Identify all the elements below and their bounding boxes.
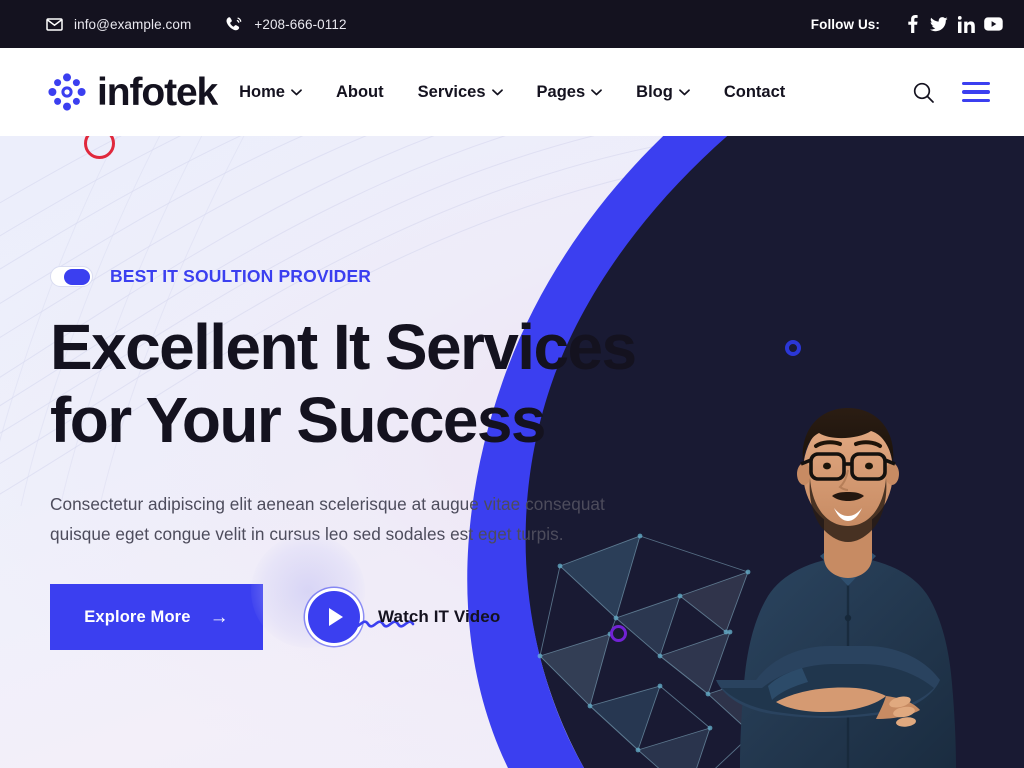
top-contact-bar: info@example.com +208-666-0112 Follow Us…: [0, 0, 1024, 48]
play-triangle: [329, 608, 343, 627]
nav-item-blog[interactable]: Blog: [636, 83, 690, 102]
hero-person-photo: [716, 408, 956, 768]
chevron-down-icon: [491, 88, 503, 95]
email-text: info@example.com: [74, 16, 192, 32]
twitter-icon[interactable]: [928, 13, 950, 35]
nav-label: Pages: [536, 82, 586, 101]
toggle-switch-icon: [50, 266, 93, 287]
nav-label: Blog: [636, 82, 673, 101]
logo[interactable]: infotek: [48, 70, 218, 114]
facebook-icon[interactable]: [901, 13, 923, 35]
nav-item-home[interactable]: Home: [239, 83, 302, 102]
email-contact[interactable]: info@example.com: [46, 17, 191, 32]
chevron-down-icon: [591, 88, 603, 95]
landing-page: info@example.com +208-666-0112 Follow Us…: [0, 0, 1024, 768]
watch-video-label[interactable]: Watch IT Video: [378, 607, 500, 627]
nav-item-services[interactable]: Services: [418, 83, 503, 102]
hero-badge: BEST IT SOULTION PROVIDER: [50, 266, 690, 287]
nav-label: About: [335, 82, 384, 101]
arrow-right-icon: →: [209, 606, 229, 628]
hero-subtext: Consectetur adipiscing elit aenean scele…: [50, 494, 605, 544]
hero-section: BEST IT SOULTION PROVIDER Excellent It S…: [0, 136, 1024, 768]
follow-us-label: Follow Us:: [810, 16, 880, 32]
chevron-down-icon: [291, 88, 302, 95]
main-navigation: Home About Services Pages Blog Contact: [239, 83, 819, 102]
linkedin-icon[interactable]: [955, 13, 977, 35]
toggle-knob: [64, 268, 90, 285]
nav-item-pages[interactable]: Pages: [537, 83, 603, 102]
watch-video-group: Watch IT Video: [251, 534, 500, 649]
phone-ring-icon: [225, 16, 243, 33]
youtube-icon[interactable]: [982, 13, 1004, 35]
chevron-down-icon: [678, 88, 690, 95]
burger-bar: [962, 81, 990, 86]
social-links-group: Follow Us:: [811, 13, 1004, 35]
phone-contact[interactable]: +208-666-0112: [225, 16, 347, 33]
hero-badge-label: BEST IT SOULTION PROVIDER: [110, 266, 372, 286]
logo-text: infotek: [97, 70, 218, 114]
hero-headline: Excellent It Services for Your Success: [50, 311, 637, 456]
nav-label: Home: [239, 82, 285, 101]
nav-item-contact[interactable]: Contact: [724, 83, 785, 102]
explore-more-button[interactable]: Explore More →: [50, 584, 263, 651]
hero-cta-row: Explore More → Watch IT Video: [50, 534, 690, 651]
decorative-ring-blue: [785, 340, 801, 356]
envelope-icon: [46, 17, 63, 31]
burger-bar: [962, 90, 990, 94]
nav-label: Services: [417, 82, 486, 101]
nav-item-about[interactable]: About: [336, 83, 384, 102]
hamburger-menu-icon[interactable]: [962, 81, 990, 103]
phone-text: +208-666-0112: [254, 16, 347, 32]
nav-label: Contact: [723, 82, 786, 101]
header-actions: [913, 81, 1004, 103]
search-icon[interactable]: [913, 82, 934, 103]
site-header: infotek Home About Services Pages Blog C…: [0, 48, 1024, 136]
burger-bar: [962, 98, 990, 103]
infotek-cluster-logo-icon: [48, 73, 86, 111]
hero-content: BEST IT SOULTION PROVIDER Excellent It S…: [50, 136, 690, 651]
explore-more-label: Explore More: [84, 607, 191, 626]
